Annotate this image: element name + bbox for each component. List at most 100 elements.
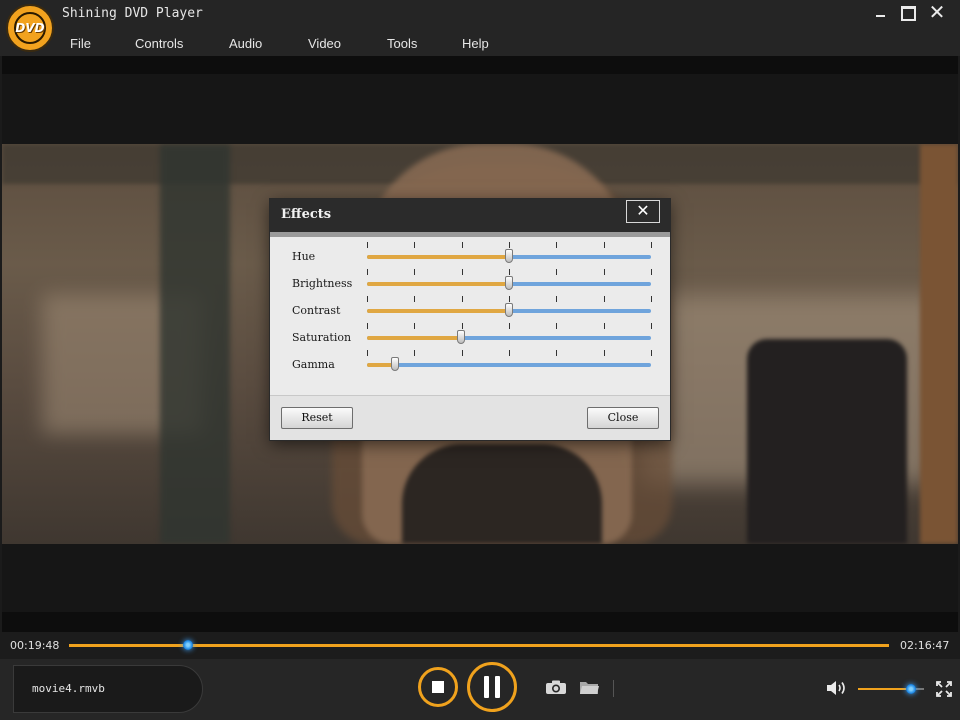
letterbox-top [2, 74, 958, 144]
slider-tick [509, 323, 510, 329]
slider-fill [367, 336, 461, 340]
slider-tick [509, 269, 510, 275]
folder-icon[interactable] [579, 681, 600, 695]
slider-tick [462, 242, 463, 248]
app-title: Shining DVD Player [62, 6, 203, 21]
logo-text: DVD [8, 21, 52, 35]
fullscreen-icon[interactable] [936, 681, 952, 697]
slider-tick [604, 269, 605, 275]
slider-tick [651, 269, 652, 275]
seek-slider[interactable] [69, 644, 889, 647]
control-bar: movie4.rmvb [0, 659, 960, 720]
volume-icon[interactable] [826, 680, 848, 696]
slider-thumb[interactable] [391, 357, 399, 371]
slider-tick [509, 296, 510, 302]
slider-tick [509, 350, 510, 356]
slider-tick [367, 242, 368, 248]
slider-tick [556, 350, 557, 356]
slider-tick [462, 350, 463, 356]
control-divider [613, 680, 614, 697]
slider-tick [462, 269, 463, 275]
slider-fill [367, 255, 509, 259]
slider-tick [414, 323, 415, 329]
title-bar: DVD Shining DVD Player ✕ File Controls A… [0, 0, 960, 56]
file-name: movie4.rmvb [32, 682, 105, 695]
slider-tick [367, 296, 368, 302]
effects-title: Effects [281, 207, 331, 222]
slider-tick [414, 350, 415, 356]
slider-tick [556, 242, 557, 248]
slider-tick [556, 323, 557, 329]
slider-tick [651, 296, 652, 302]
pause-button[interactable] [467, 662, 517, 712]
camera-icon[interactable] [545, 680, 567, 695]
close-icon: ✕ [929, 0, 946, 24]
slider-tick [367, 350, 368, 356]
gamma-row: Gamma [270, 350, 670, 374]
effects-footer: Reset Close [270, 396, 670, 440]
gamma-label: Gamma [292, 358, 335, 371]
menu-video[interactable]: Video [308, 36, 341, 51]
slider-tick [414, 242, 415, 248]
saturation-slider[interactable] [367, 336, 651, 340]
slider-thumb[interactable] [457, 330, 465, 344]
slider-tick [367, 323, 368, 329]
slider-tick [651, 350, 652, 356]
effects-header: Effects ✕ [270, 199, 670, 232]
contrast-label: Contrast [292, 304, 340, 317]
menu-audio[interactable]: Audio [229, 36, 262, 51]
stop-button[interactable] [418, 667, 458, 707]
contrast-slider[interactable] [367, 309, 651, 313]
brightness-row: Brightness [270, 269, 670, 293]
gamma-slider[interactable] [367, 363, 651, 367]
slider-tick [604, 350, 605, 356]
close-button[interactable]: Close [587, 407, 659, 429]
seek-thumb[interactable] [183, 640, 193, 650]
total-time: 02:16:47 [900, 639, 949, 652]
volume-fill [858, 688, 911, 690]
slider-fill [367, 282, 509, 286]
menu-help[interactable]: Help [462, 36, 489, 51]
saturation-row: Saturation [270, 323, 670, 347]
slider-tick [462, 296, 463, 302]
slider-tick [651, 242, 652, 248]
hue-label: Hue [292, 250, 315, 263]
slider-tick [556, 269, 557, 275]
maximize-button[interactable] [896, 3, 920, 23]
minimize-button[interactable] [870, 3, 894, 23]
brightness-label: Brightness [292, 277, 352, 290]
menu-file[interactable]: File [70, 36, 91, 51]
close-window-button[interactable]: ✕ [925, 3, 949, 23]
slider-thumb[interactable] [505, 249, 513, 263]
effects-body: Hue Brightness Contrast Saturation Gamma [270, 237, 670, 395]
contrast-row: Contrast [270, 296, 670, 320]
slider-tick [604, 296, 605, 302]
brightness-slider[interactable] [367, 282, 651, 286]
current-time: 00:19:48 [10, 639, 59, 652]
slider-tick [604, 323, 605, 329]
volume-thumb[interactable] [906, 684, 916, 694]
file-info-panel: movie4.rmvb [13, 665, 203, 713]
saturation-label: Saturation [292, 331, 351, 344]
volume-slider[interactable] [858, 688, 924, 690]
slider-tick [414, 269, 415, 275]
hue-slider[interactable] [367, 255, 651, 259]
slider-tick [367, 269, 368, 275]
reset-button[interactable]: Reset [281, 407, 353, 429]
seek-bar: 00:19:48 02:16:47 [0, 632, 960, 659]
close-icon: ✕ [636, 201, 649, 220]
dvd-logo: DVD [6, 4, 54, 52]
slider-tick [556, 296, 557, 302]
slider-tick [462, 323, 463, 329]
slider-tick [414, 296, 415, 302]
slider-thumb[interactable] [505, 303, 513, 317]
slider-thumb[interactable] [505, 276, 513, 290]
effects-dialog: Effects ✕ Hue Brightness Contrast Satura… [270, 199, 670, 440]
slider-fill [367, 309, 509, 313]
effects-close-button[interactable]: ✕ [626, 200, 660, 223]
letterbox-bottom [2, 544, 958, 612]
slider-tick [509, 242, 510, 248]
menu-controls[interactable]: Controls [135, 36, 183, 51]
menu-tools[interactable]: Tools [387, 36, 417, 51]
hue-row: Hue [270, 242, 670, 266]
